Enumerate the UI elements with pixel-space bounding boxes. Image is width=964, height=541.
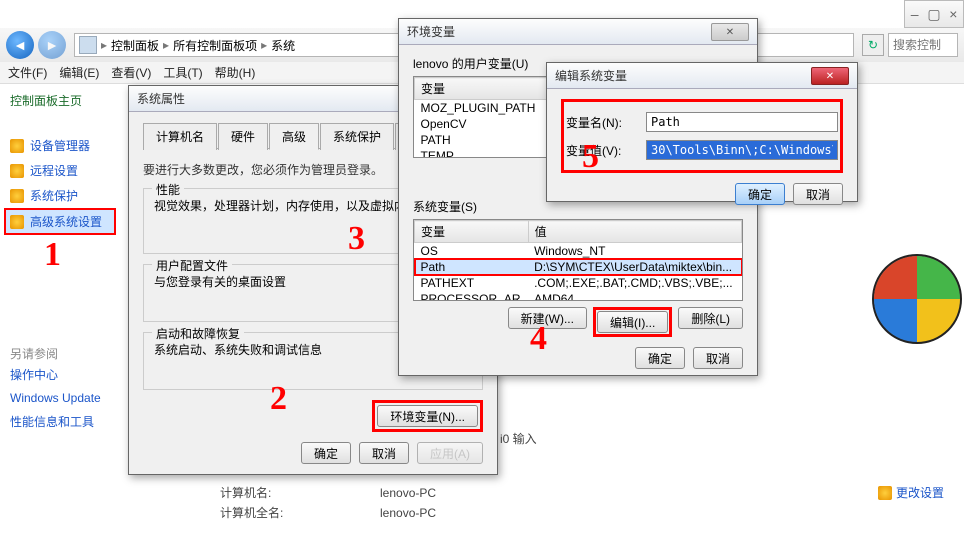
refresh-button[interactable]: ↻ (862, 34, 884, 56)
col-val[interactable]: 值 (528, 221, 741, 243)
var-value-input[interactable] (646, 140, 838, 160)
search-input[interactable] (888, 33, 958, 57)
seealso-performance[interactable]: 性能信息和工具 (10, 409, 110, 434)
shield-icon (10, 189, 24, 203)
edit-btn-highlight: 编辑(I)... (593, 307, 672, 337)
profile-title: 用户配置文件 (152, 257, 232, 274)
full-name: lenovo-PC (380, 506, 436, 520)
env-ok-button[interactable]: 确定 (635, 347, 685, 369)
menu-file[interactable]: 文件(F) (8, 64, 47, 81)
windows-logo-icon (872, 254, 962, 344)
sysprops-title: 系统属性 (137, 90, 185, 107)
env-close-icon[interactable]: ✕ (711, 23, 749, 41)
shield-icon (878, 486, 892, 500)
computer-name: lenovo-PC (380, 486, 436, 500)
var-name-label: 变量名(N): (566, 114, 638, 131)
sidebar-item-remote[interactable]: 远程设置 (10, 158, 110, 183)
env-title: 环境变量 (407, 23, 455, 40)
edit-titlebar[interactable]: 编辑系统变量 ✕ (547, 63, 857, 89)
sidebar-item-advanced[interactable]: 高级系统设置 (4, 208, 116, 235)
edit-variable-dialog: 编辑系统变量 ✕ 变量名(N): 变量值(V): 确定 取消 (546, 62, 858, 202)
edit-cancel-button[interactable]: 取消 (793, 183, 843, 205)
col-var[interactable]: 变量 (415, 221, 529, 243)
table-row-path[interactable]: PathD:\SYM\CTEX\UserData\miktex\bin... (415, 259, 742, 275)
tab-protection[interactable]: 系统保护 (320, 123, 394, 150)
edit-close-icon[interactable]: ✕ (811, 67, 849, 85)
full-name-label: 计算机全名: (220, 504, 380, 521)
shield-icon (10, 215, 24, 229)
breadcrumb-mid[interactable]: 所有控制面板项 (173, 37, 257, 54)
environment-variables-button[interactable]: 环境变量(N)... (377, 405, 478, 427)
sys-delete-button[interactable]: 删除(L) (678, 307, 743, 329)
table-row[interactable]: PATHEXT.COM;.EXE;.BAT;.CMD;.VBS;.VBE;... (415, 275, 742, 291)
env-btn-highlight: 环境变量(N)... (372, 400, 483, 432)
performance-title: 性能 (152, 181, 184, 198)
edit-ok-button[interactable]: 确定 (735, 183, 785, 205)
sidebar-item-protection[interactable]: 系统保护 (10, 183, 110, 208)
sysprops-ok-button[interactable]: 确定 (301, 442, 351, 464)
breadcrumb-icon (79, 36, 97, 54)
sidebar-item-device-manager[interactable]: 设备管理器 (10, 133, 110, 158)
sys-edit-button[interactable]: 编辑(I)... (597, 311, 668, 333)
var-name-input[interactable] (646, 112, 838, 132)
sys-new-button[interactable]: 新建(W)... (508, 307, 587, 329)
sysprops-apply-button: 应用(A) (417, 442, 483, 464)
seealso-windows-update[interactable]: Windows Update (10, 387, 110, 409)
change-settings-link[interactable]: 更改设置 (878, 484, 944, 501)
tab-hardware[interactable]: 硬件 (218, 123, 268, 150)
close-icon[interactable]: × (944, 1, 963, 27)
minimize-icon[interactable]: – (905, 1, 924, 27)
shield-icon (10, 164, 24, 178)
forward-button[interactable]: ► (38, 31, 66, 59)
sysprops-cancel-button[interactable]: 取消 (359, 442, 409, 464)
menu-help[interactable]: 帮助(H) (215, 64, 256, 81)
startup-title: 启动和故障恢复 (152, 325, 244, 342)
edit-title: 编辑系统变量 (555, 67, 627, 84)
computer-info: 计算机名:lenovo-PC 计算机全名:lenovo-PC (220, 484, 436, 524)
seealso-action-center[interactable]: 操作中心 (10, 362, 110, 387)
menu-edit[interactable]: 编辑(E) (59, 64, 99, 81)
shield-icon (10, 139, 24, 153)
edit-fields-highlight: 变量名(N): 变量值(V): (561, 99, 843, 173)
menu-tools[interactable]: 工具(T) (163, 64, 202, 81)
var-value-label: 变量值(V): (566, 142, 638, 159)
table-row[interactable]: OSWindows_NT (415, 243, 742, 260)
seealso-title: 另请参阅 (10, 345, 110, 362)
breadcrumb-root[interactable]: 控制面板 (111, 37, 159, 54)
maximize-icon[interactable]: ▢ (924, 1, 943, 27)
breadcrumb-leaf[interactable]: 系统 (271, 37, 295, 54)
table-row[interactable]: PROCESSOR_ARAMD64 (415, 291, 742, 301)
io-hint: i0 输入 (500, 430, 537, 447)
tab-computer-name[interactable]: 计算机名 (143, 123, 217, 150)
env-titlebar[interactable]: 环境变量 ✕ (399, 19, 757, 45)
env-cancel-button[interactable]: 取消 (693, 347, 743, 369)
sidebar-title[interactable]: 控制面板主页 (10, 92, 110, 109)
back-button[interactable]: ◄ (6, 31, 34, 59)
computer-name-label: 计算机名: (220, 484, 380, 501)
sys-vars-table[interactable]: 变量值 OSWindows_NT PathD:\SYM\CTEX\UserDat… (413, 219, 743, 301)
window-controls: – ▢ × (904, 0, 964, 28)
tab-advanced[interactable]: 高级 (269, 123, 319, 150)
menu-view[interactable]: 查看(V) (111, 64, 151, 81)
sidebar: 控制面板主页 设备管理器 远程设置 系统保护 高级系统设置 另请参阅 操作中心 … (0, 84, 120, 541)
